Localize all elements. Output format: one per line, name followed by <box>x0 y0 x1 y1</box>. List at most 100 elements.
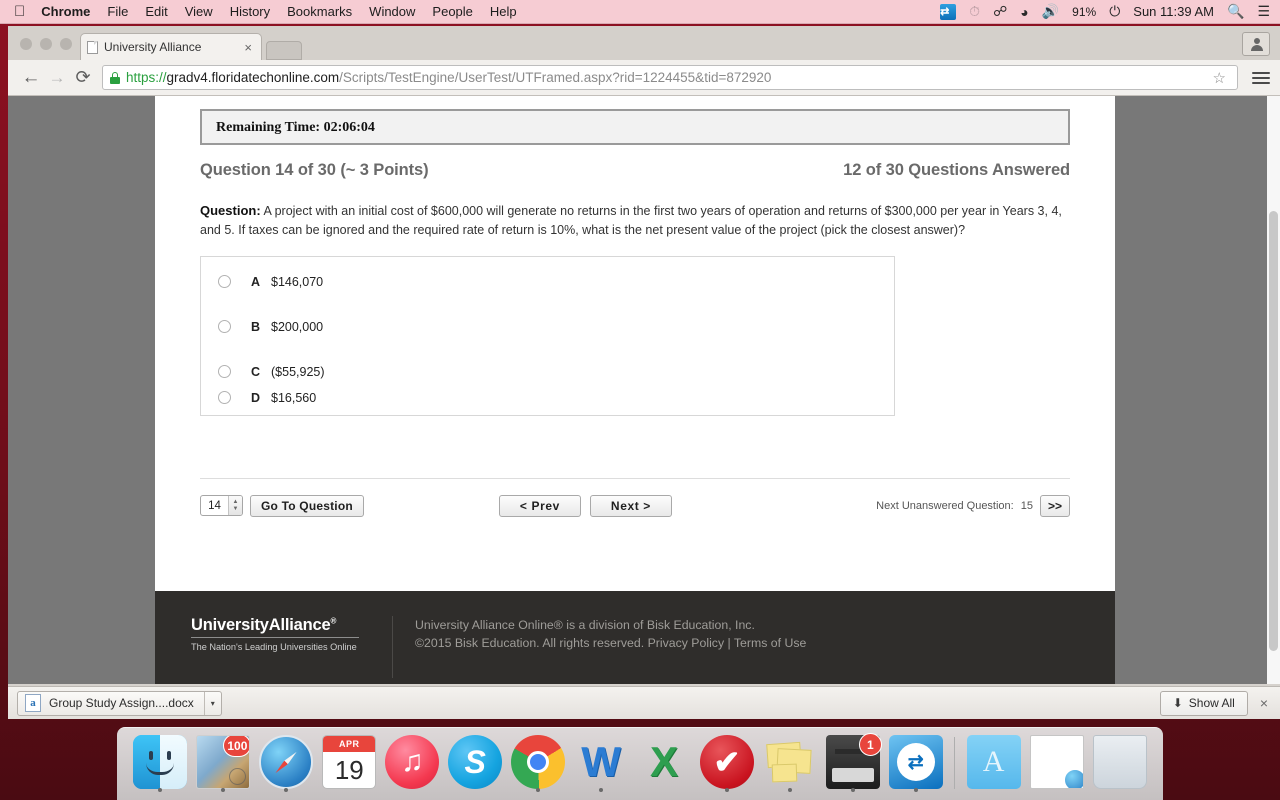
menu-item-window[interactable]: Window <box>369 4 415 19</box>
reload-icon[interactable]: ⟳ <box>70 67 96 88</box>
next-unanswered-button[interactable]: >> <box>1039 494 1070 517</box>
hamburger-menu-icon[interactable] <box>1252 71 1270 84</box>
radio-button-a[interactable] <box>218 275 231 289</box>
person-icon <box>1250 37 1263 51</box>
chevron-down-icon[interactable]: ▾ <box>203 691 221 715</box>
maximize-window-button[interactable] <box>60 38 72 50</box>
answer-option-a[interactable]: A $146,070 <box>201 275 894 289</box>
footer-line-2: ©2015 Bisk Education. All rights reserve… <box>415 636 807 651</box>
question-header: Question 14 of 30 (~ 3 Points) 12 of 30 … <box>200 161 1070 180</box>
url-scheme: https:// <box>126 70 167 85</box>
search-icon[interactable]: 🔍 <box>1227 3 1244 20</box>
close-download-shelf-icon[interactable]: × <box>1260 695 1268 711</box>
remaining-time-label: Remaining Time: 02:06:04 <box>216 120 375 135</box>
download-item[interactable]: a Group Study Assign....docx ▾ <box>17 690 222 716</box>
teamviewer-glyph: ⇄ <box>896 743 935 781</box>
menu-item-chrome[interactable]: Chrome <box>41 4 90 19</box>
dock-item-stickies[interactable] <box>758 734 821 794</box>
profile-button[interactable] <box>1242 32 1270 56</box>
download-arrow-icon: ⬇ <box>1172 696 1183 710</box>
stepper-arrows-icon[interactable]: ▲ ▼ <box>228 496 242 516</box>
radio-button-c[interactable] <box>218 365 231 379</box>
time-machine-icon[interactable]: ⏱ <box>969 3 980 20</box>
dock-item-calendar[interactable]: APR 19 <box>318 734 381 794</box>
answer-options-group: A $146,070 B $200,000 C ($55,925) D $16,… <box>200 255 895 416</box>
address-bar[interactable]: https://gradv4.floridatechonline.com/Scr… <box>102 65 1238 90</box>
page-icon <box>87 40 98 54</box>
stickies-icon <box>763 735 817 789</box>
menu-item-bookmarks[interactable]: Bookmarks <box>287 4 352 19</box>
dock-item-word[interactable]: W <box>570 734 633 794</box>
apple-icon[interactable]:  <box>14 4 25 19</box>
dock-item-chrome[interactable] <box>507 734 570 794</box>
radio-button-b[interactable] <box>218 320 231 334</box>
running-indicator <box>787 788 792 792</box>
menu-bar-clock[interactable]: Sun 11:39 AM <box>1133 4 1214 19</box>
dock-item-printer[interactable]: 1 <box>821 733 884 794</box>
lock-icon <box>110 71 120 84</box>
answer-option-c[interactable]: C ($55,925) <box>201 365 894 379</box>
notification-center-icon[interactable]: ☰ <box>1257 3 1270 20</box>
menu-item-people[interactable]: People <box>432 4 472 19</box>
question-number-stepper[interactable]: 14 ▲ ▼ <box>200 495 243 517</box>
dock-item-itunes[interactable]: ♫ <box>381 734 444 794</box>
volume-icon[interactable]: 🔊 <box>1042 3 1059 20</box>
mail-icon: 100 <box>196 735 251 789</box>
star-icon[interactable]: ☆ <box>1209 69 1230 87</box>
menu-item-edit[interactable]: Edit <box>145 4 167 19</box>
close-window-button[interactable] <box>20 38 32 50</box>
menu-item-help[interactable]: Help <box>490 4 517 19</box>
show-all-downloads-button[interactable]: ⬇ Show All <box>1159 690 1248 716</box>
footer-brand: UniversityAlliance® The Nation's Leading… <box>155 616 392 652</box>
dock-item-safari[interactable] <box>255 734 318 794</box>
arrow-left-icon[interactable]: ← <box>18 67 44 89</box>
answer-option-d[interactable]: D $16,560 <box>201 391 894 405</box>
answer-text-b: $200,000 <box>271 319 324 334</box>
dock-separator <box>954 737 956 789</box>
itunes-icon: ♫ <box>385 735 440 789</box>
logo-text-alliance: Alliance <box>268 616 331 634</box>
exam-content: Remaining Time: 02:06:04 Question 14 of … <box>155 96 1115 517</box>
arrow-right-icon[interactable]: → <box>44 68 70 88</box>
new-tab-button[interactable] <box>266 41 302 60</box>
running-indicator <box>913 788 918 792</box>
dock-item-trash[interactable] <box>1088 734 1151 794</box>
answer-text-a: $146,070 <box>271 274 324 289</box>
dock-item-applications-folder[interactable]: A <box>962 734 1025 794</box>
battery-charging-icon[interactable]: ⏻ <box>1109 3 1120 20</box>
printer-icon: 1 <box>825 733 882 789</box>
menu-item-view[interactable]: View <box>185 4 213 19</box>
dock-item-finder[interactable] <box>129 734 192 794</box>
browser-tab-university-alliance[interactable]: University Alliance × <box>80 33 262 60</box>
menu-item-file[interactable]: File <box>107 4 128 19</box>
menu-bar-status-area: ⇄ ⏱ ☍ ◕ 🔊 91% ⏻ Sun 11:39 AM 🔍 ☰ <box>927 3 1280 20</box>
close-tab-icon[interactable]: × <box>241 40 255 55</box>
dock-item-checkmark-app[interactable]: ✔ <box>695 734 758 794</box>
running-indicator <box>284 788 289 792</box>
excel-glyph: X <box>649 738 678 785</box>
menu-item-history[interactable]: History <box>230 4 270 19</box>
go-to-question-button[interactable]: Go To Question <box>250 494 364 517</box>
dock-item-excel[interactable]: X <box>633 734 696 794</box>
wifi-icon[interactable]: ◕ <box>1020 4 1028 20</box>
question-number-input[interactable]: 14 <box>201 496 228 515</box>
answer-option-b[interactable]: B $200,000 <box>201 320 894 334</box>
answer-text-d: $16,560 <box>271 390 317 405</box>
next-unanswered-group: Next Unanswered Question: 15 >> <box>876 494 1070 517</box>
dock-item-documents-stack[interactable] <box>1025 734 1088 794</box>
radio-button-d[interactable] <box>218 391 231 405</box>
bluetooth-icon[interactable]: ☍ <box>993 3 1007 20</box>
prev-question-button[interactable]: < Prev <box>498 494 581 517</box>
next-question-button[interactable]: Next > <box>589 494 672 517</box>
page-scrollbar-thumb[interactable] <box>1269 211 1278 651</box>
dock-item-skype[interactable]: S <box>444 734 507 794</box>
applications-folder-icon: A <box>966 735 1021 789</box>
dock-item-teamviewer[interactable]: ⇄ <box>884 734 947 794</box>
skype-glyph: S <box>464 743 486 780</box>
teamviewer-icon[interactable]: ⇄ <box>940 3 957 20</box>
download-item-main[interactable]: a Group Study Assign....docx <box>18 692 204 715</box>
minimize-window-button[interactable] <box>40 38 52 50</box>
dock-item-mail[interactable]: 100 <box>192 734 255 794</box>
logo-text-university: University <box>191 616 269 634</box>
prev-next-group: < Prev Next > <box>498 494 672 517</box>
